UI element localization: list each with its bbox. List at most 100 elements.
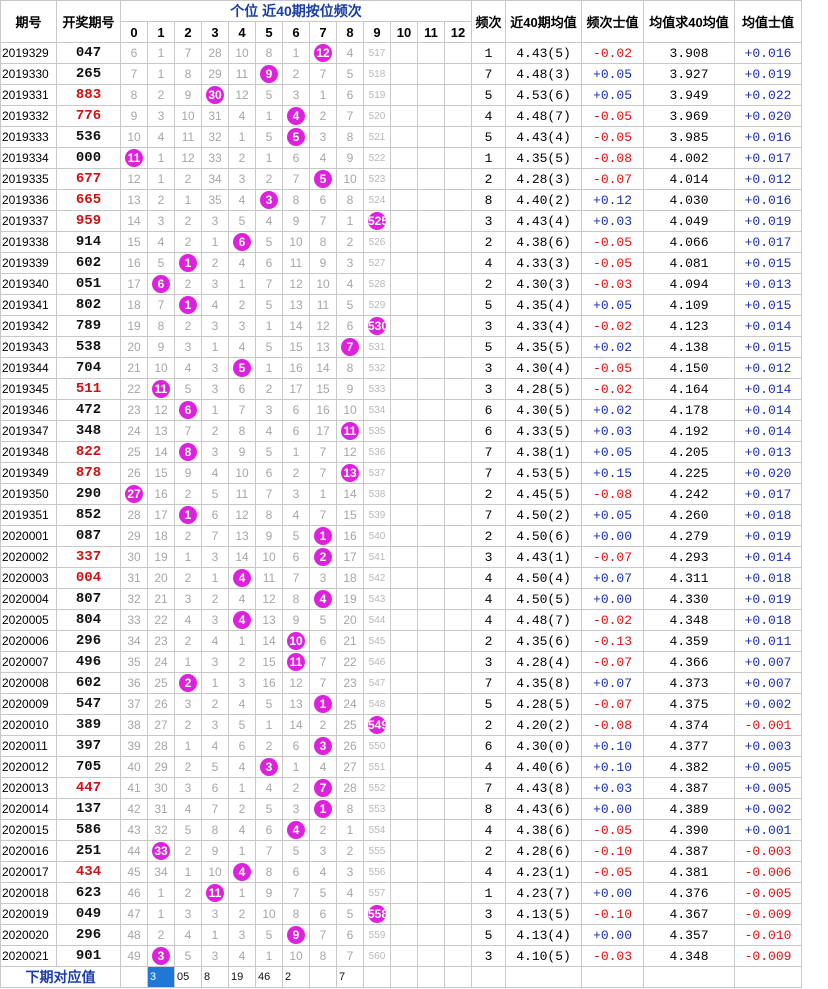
freq-cell: 7 (471, 504, 507, 526)
miss-cell: 3 (309, 840, 337, 862)
freq-diff-cell: -0.03 (581, 945, 645, 967)
freq-diff-cell: -0.07 (581, 693, 645, 715)
miss-cell: 527 (363, 252, 391, 274)
table-row: 2019335 677 12 1 2 34 3 2 7 5 10 523 2 4.28(3) -0.07 4.… (0, 168, 803, 190)
miss-cell: 5 (255, 441, 283, 463)
miss-cell (443, 693, 473, 715)
miss-cell: 1 (174, 189, 202, 211)
hit-ball: 11 (152, 380, 170, 398)
freq-diff-cell: +0.00 (581, 798, 645, 820)
miss-cell: 5 (201, 756, 229, 778)
miss-cell: 17 (147, 504, 175, 526)
hit-ball: 2 (179, 674, 197, 692)
avg40-cell: 4.28(4) (505, 651, 583, 673)
miss-cell (417, 693, 445, 715)
miss-cell: 14 (147, 441, 175, 463)
miss-cell: 10 (309, 273, 337, 295)
hit-ball: 6 (179, 401, 197, 419)
hit-cell: 525 (363, 210, 391, 232)
miss-cell: 5 (255, 84, 283, 106)
issue-cell: 2020021 (0, 945, 57, 967)
freq-diff-header: 频次士值 (581, 0, 645, 43)
miss-cell (443, 210, 473, 232)
miss-cell: 17 (336, 546, 364, 568)
avg-diff-cell: -0.001 (734, 714, 803, 736)
avg-diff-cell: +0.007 (734, 651, 803, 673)
table-body: 2019329 047 6 1 7 28 10 8 1 12 4 517 1 4.43(5) -0.02 3.… (0, 42, 803, 967)
avg40-cell: 4.13(4) (505, 924, 583, 946)
table-row: 2019334 000 11 1 12 33 2 1 6 4 9 522 1 4.35(5) -0.08 4.… (0, 147, 803, 169)
freq-cell: 3 (471, 546, 507, 568)
miss-cell (417, 378, 445, 400)
miss-cell: 21 (336, 630, 364, 652)
avg40-cell: 4.33(4) (505, 315, 583, 337)
avg-of-avg-cell: 4.164 (643, 378, 736, 400)
miss-cell: 40 (120, 756, 148, 778)
miss-cell: 1 (147, 147, 175, 169)
avg-of-avg-cell: 4.387 (643, 840, 736, 862)
miss-cell: 540 (363, 525, 391, 547)
miss-cell: 23 (336, 672, 364, 694)
avg-diff-cell: +0.014 (734, 546, 803, 568)
digit-header: 2 (174, 21, 202, 43)
miss-cell: 1 (282, 42, 310, 64)
draw-number-cell: 802 (56, 294, 121, 316)
miss-cell (443, 756, 473, 778)
avg-diff-cell: +0.020 (734, 462, 803, 484)
miss-cell: 8 (255, 861, 283, 883)
miss-cell: 6 (255, 252, 283, 274)
miss-cell: 519 (363, 84, 391, 106)
miss-cell: 1 (201, 567, 229, 589)
hit-ball: 13 (341, 464, 359, 482)
miss-cell (443, 945, 473, 967)
miss-cell: 24 (147, 651, 175, 673)
avg40-cell: 4.38(6) (505, 819, 583, 841)
freq-diff-cell: +0.03 (581, 777, 645, 799)
hit-ball: 558 (368, 905, 389, 923)
miss-cell: 5 (255, 126, 283, 148)
miss-cell (417, 315, 445, 337)
hit-cell: 3 (309, 735, 337, 757)
miss-cell (417, 189, 445, 211)
miss-cell (390, 147, 418, 169)
miss-cell (390, 483, 418, 505)
hit-cell: 12 (309, 42, 337, 64)
digit-header: 12 (443, 21, 473, 43)
miss-cell (443, 861, 473, 883)
miss-cell: 7 (255, 273, 283, 295)
miss-cell: 9 (255, 525, 283, 547)
miss-cell (390, 84, 418, 106)
miss-cell: 2 (309, 714, 337, 736)
miss-cell: 25 (120, 441, 148, 463)
miss-cell (417, 504, 445, 526)
miss-cell (417, 462, 445, 484)
miss-cell: 560 (363, 945, 391, 967)
freq-cell: 1 (471, 882, 507, 904)
hit-ball: 5 (314, 170, 332, 188)
miss-cell: 6 (255, 462, 283, 484)
miss-cell: 7 (309, 441, 337, 463)
digit-header: 9 (363, 21, 391, 43)
table-row: 2020017 434 45 34 1 10 4 8 6 4 3 556 4 4.23(1) -0.05 4.… (0, 861, 803, 883)
freq-diff-cell: +0.05 (581, 63, 645, 85)
hit-cell: 549 (363, 714, 391, 736)
next-value-cell: 19 (228, 966, 256, 988)
hit-ball: 7 (341, 338, 359, 356)
miss-cell: 5 (228, 714, 256, 736)
table-row: 2019349 878 26 15 9 4 10 6 2 7 13 537 7 4.53(5) +0.15 4… (0, 462, 803, 484)
miss-cell: 12 (309, 315, 337, 337)
miss-cell: 10 (228, 42, 256, 64)
miss-cell: 3 (174, 777, 202, 799)
avg40-cell: 4.50(5) (505, 588, 583, 610)
freq-cell: 3 (471, 315, 507, 337)
avg-diff-cell: +0.016 (734, 126, 803, 148)
miss-cell (443, 399, 473, 421)
miss-cell: 4 (255, 210, 283, 232)
hit-cell: 13 (336, 462, 364, 484)
freq-diff-cell: +0.07 (581, 672, 645, 694)
freq-cell: 5 (471, 126, 507, 148)
hit-cell: 4 (228, 861, 256, 883)
miss-cell (417, 777, 445, 799)
draw-number-cell: 776 (56, 105, 121, 127)
miss-cell: 10 (336, 399, 364, 421)
